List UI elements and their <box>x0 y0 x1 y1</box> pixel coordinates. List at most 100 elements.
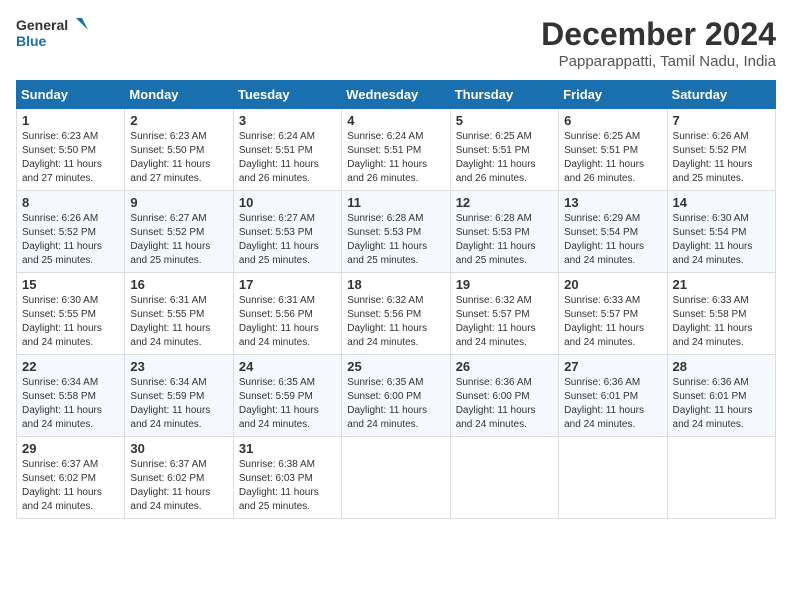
day-number: 19 <box>456 277 553 292</box>
day-number: 8 <box>22 195 119 210</box>
cell-content: Sunrise: 6:35 AMSunset: 6:00 PMDaylight:… <box>347 376 444 432</box>
calendar-cell: 17 Sunrise: 6:31 AMSunset: 5:56 PMDaylig… <box>233 273 341 355</box>
calendar-cell <box>342 437 450 519</box>
calendar-cell: 22 Sunrise: 6:34 AMSunset: 5:58 PMDaylig… <box>17 355 125 437</box>
cell-content: Sunrise: 6:31 AMSunset: 5:55 PMDaylight:… <box>130 294 227 350</box>
calendar-cell: 7 Sunrise: 6:26 AMSunset: 5:52 PMDayligh… <box>667 109 775 191</box>
day-number: 17 <box>239 277 336 292</box>
calendar-cell: 4 Sunrise: 6:24 AMSunset: 5:51 PMDayligh… <box>342 109 450 191</box>
calendar-cell <box>667 437 775 519</box>
cell-content: Sunrise: 6:31 AMSunset: 5:56 PMDaylight:… <box>239 294 336 350</box>
cell-content: Sunrise: 6:27 AMSunset: 5:52 PMDaylight:… <box>130 212 227 268</box>
location-title: Papparappatti, Tamil Nadu, India <box>541 53 776 70</box>
calendar-cell: 5 Sunrise: 6:25 AMSunset: 5:51 PMDayligh… <box>450 109 558 191</box>
cell-content: Sunrise: 6:23 AMSunset: 5:50 PMDaylight:… <box>22 130 119 186</box>
column-header-wednesday: Wednesday <box>342 81 450 109</box>
logo: GeneralBlue <box>16 16 96 51</box>
day-number: 12 <box>456 195 553 210</box>
day-number: 2 <box>130 113 227 128</box>
day-number: 4 <box>347 113 444 128</box>
cell-content: Sunrise: 6:33 AMSunset: 5:58 PMDaylight:… <box>673 294 770 350</box>
calendar-week-row: 29 Sunrise: 6:37 AMSunset: 6:02 PMDaylig… <box>17 437 776 519</box>
cell-content: Sunrise: 6:28 AMSunset: 5:53 PMDaylight:… <box>456 212 553 268</box>
cell-content: Sunrise: 6:29 AMSunset: 5:54 PMDaylight:… <box>564 212 661 268</box>
calendar-cell: 8 Sunrise: 6:26 AMSunset: 5:52 PMDayligh… <box>17 191 125 273</box>
calendar-cell: 18 Sunrise: 6:32 AMSunset: 5:56 PMDaylig… <box>342 273 450 355</box>
day-number: 30 <box>130 441 227 456</box>
column-header-monday: Monday <box>125 81 233 109</box>
month-title: December 2024 <box>541 16 776 53</box>
day-number: 7 <box>673 113 770 128</box>
cell-content: Sunrise: 6:38 AMSunset: 6:03 PMDaylight:… <box>239 458 336 514</box>
calendar-week-row: 1 Sunrise: 6:23 AMSunset: 5:50 PMDayligh… <box>17 109 776 191</box>
day-number: 15 <box>22 277 119 292</box>
cell-content: Sunrise: 6:33 AMSunset: 5:57 PMDaylight:… <box>564 294 661 350</box>
general-blue-logo-icon: GeneralBlue <box>16 16 96 51</box>
calendar-header-row: SundayMondayTuesdayWednesdayThursdayFrid… <box>17 81 776 109</box>
calendar-cell: 1 Sunrise: 6:23 AMSunset: 5:50 PMDayligh… <box>17 109 125 191</box>
cell-content: Sunrise: 6:27 AMSunset: 5:53 PMDaylight:… <box>239 212 336 268</box>
day-number: 21 <box>673 277 770 292</box>
day-number: 20 <box>564 277 661 292</box>
calendar-cell: 15 Sunrise: 6:30 AMSunset: 5:55 PMDaylig… <box>17 273 125 355</box>
calendar-cell: 19 Sunrise: 6:32 AMSunset: 5:57 PMDaylig… <box>450 273 558 355</box>
day-number: 28 <box>673 359 770 374</box>
day-number: 5 <box>456 113 553 128</box>
day-number: 11 <box>347 195 444 210</box>
day-number: 18 <box>347 277 444 292</box>
calendar-cell: 23 Sunrise: 6:34 AMSunset: 5:59 PMDaylig… <box>125 355 233 437</box>
title-area: December 2024 Papparappatti, Tamil Nadu,… <box>541 16 776 70</box>
day-number: 24 <box>239 359 336 374</box>
day-number: 9 <box>130 195 227 210</box>
cell-content: Sunrise: 6:32 AMSunset: 5:56 PMDaylight:… <box>347 294 444 350</box>
day-number: 3 <box>239 113 336 128</box>
day-number: 26 <box>456 359 553 374</box>
calendar-week-row: 15 Sunrise: 6:30 AMSunset: 5:55 PMDaylig… <box>17 273 776 355</box>
svg-text:General: General <box>16 17 68 33</box>
cell-content: Sunrise: 6:34 AMSunset: 5:59 PMDaylight:… <box>130 376 227 432</box>
calendar-cell: 13 Sunrise: 6:29 AMSunset: 5:54 PMDaylig… <box>559 191 667 273</box>
calendar-cell: 25 Sunrise: 6:35 AMSunset: 6:00 PMDaylig… <box>342 355 450 437</box>
calendar-cell: 27 Sunrise: 6:36 AMSunset: 6:01 PMDaylig… <box>559 355 667 437</box>
day-number: 14 <box>673 195 770 210</box>
cell-content: Sunrise: 6:34 AMSunset: 5:58 PMDaylight:… <box>22 376 119 432</box>
calendar-cell: 16 Sunrise: 6:31 AMSunset: 5:55 PMDaylig… <box>125 273 233 355</box>
column-header-tuesday: Tuesday <box>233 81 341 109</box>
calendar-cell: 26 Sunrise: 6:36 AMSunset: 6:00 PMDaylig… <box>450 355 558 437</box>
calendar-table: SundayMondayTuesdayWednesdayThursdayFrid… <box>16 80 776 519</box>
page-header: GeneralBlue December 2024 Papparappatti,… <box>16 16 776 70</box>
day-number: 25 <box>347 359 444 374</box>
cell-content: Sunrise: 6:36 AMSunset: 6:00 PMDaylight:… <box>456 376 553 432</box>
day-number: 27 <box>564 359 661 374</box>
cell-content: Sunrise: 6:28 AMSunset: 5:53 PMDaylight:… <box>347 212 444 268</box>
cell-content: Sunrise: 6:37 AMSunset: 6:02 PMDaylight:… <box>130 458 227 514</box>
cell-content: Sunrise: 6:36 AMSunset: 6:01 PMDaylight:… <box>564 376 661 432</box>
day-number: 6 <box>564 113 661 128</box>
day-number: 31 <box>239 441 336 456</box>
day-number: 22 <box>22 359 119 374</box>
calendar-cell: 9 Sunrise: 6:27 AMSunset: 5:52 PMDayligh… <box>125 191 233 273</box>
calendar-cell: 12 Sunrise: 6:28 AMSunset: 5:53 PMDaylig… <box>450 191 558 273</box>
column-header-thursday: Thursday <box>450 81 558 109</box>
calendar-cell: 10 Sunrise: 6:27 AMSunset: 5:53 PMDaylig… <box>233 191 341 273</box>
cell-content: Sunrise: 6:25 AMSunset: 5:51 PMDaylight:… <box>456 130 553 186</box>
calendar-cell: 29 Sunrise: 6:37 AMSunset: 6:02 PMDaylig… <box>17 437 125 519</box>
svg-text:Blue: Blue <box>16 33 47 49</box>
day-number: 13 <box>564 195 661 210</box>
cell-content: Sunrise: 6:26 AMSunset: 5:52 PMDaylight:… <box>22 212 119 268</box>
column-header-saturday: Saturday <box>667 81 775 109</box>
cell-content: Sunrise: 6:30 AMSunset: 5:54 PMDaylight:… <box>673 212 770 268</box>
cell-content: Sunrise: 6:30 AMSunset: 5:55 PMDaylight:… <box>22 294 119 350</box>
cell-content: Sunrise: 6:24 AMSunset: 5:51 PMDaylight:… <box>347 130 444 186</box>
day-number: 29 <box>22 441 119 456</box>
calendar-cell <box>559 437 667 519</box>
day-number: 1 <box>22 113 119 128</box>
column-header-sunday: Sunday <box>17 81 125 109</box>
calendar-cell: 21 Sunrise: 6:33 AMSunset: 5:58 PMDaylig… <box>667 273 775 355</box>
calendar-cell: 3 Sunrise: 6:24 AMSunset: 5:51 PMDayligh… <box>233 109 341 191</box>
cell-content: Sunrise: 6:23 AMSunset: 5:50 PMDaylight:… <box>130 130 227 186</box>
calendar-week-row: 22 Sunrise: 6:34 AMSunset: 5:58 PMDaylig… <box>17 355 776 437</box>
calendar-cell: 30 Sunrise: 6:37 AMSunset: 6:02 PMDaylig… <box>125 437 233 519</box>
calendar-cell: 20 Sunrise: 6:33 AMSunset: 5:57 PMDaylig… <box>559 273 667 355</box>
cell-content: Sunrise: 6:32 AMSunset: 5:57 PMDaylight:… <box>456 294 553 350</box>
